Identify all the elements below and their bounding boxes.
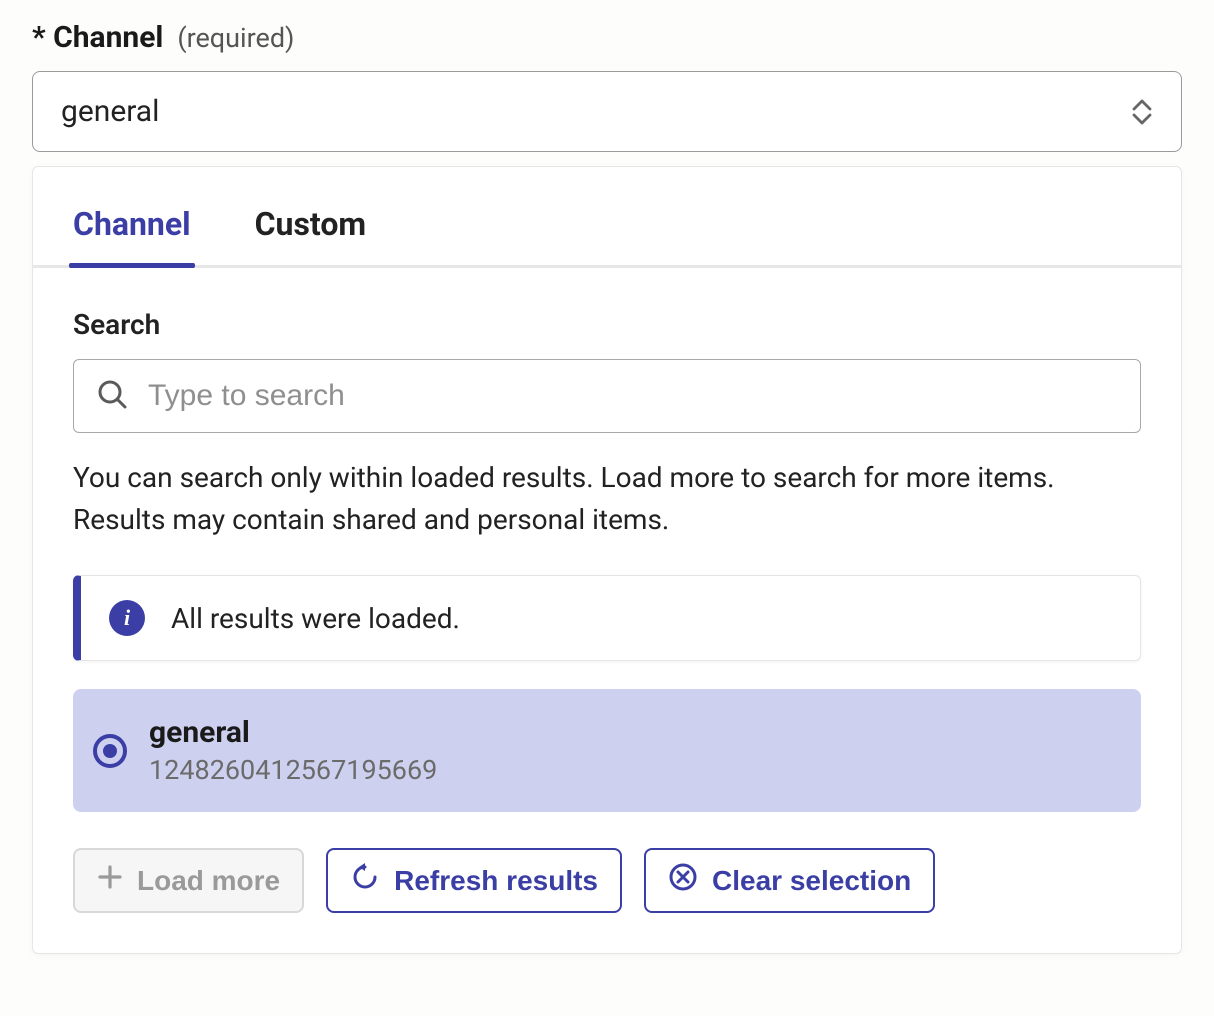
search-label: Search <box>73 308 1141 341</box>
tab-custom[interactable]: Custom <box>255 167 367 265</box>
search-icon <box>96 378 128 414</box>
search-input[interactable] <box>148 379 1118 413</box>
channel-dropdown-panel: Channel Custom Search You can search onl… <box>32 166 1182 954</box>
refresh-icon <box>350 862 380 899</box>
radio-selected-icon <box>93 734 127 768</box>
tab-channel[interactable]: Channel <box>73 167 191 265</box>
chevron-up-down-icon <box>1131 99 1153 125</box>
tabs: Channel Custom <box>33 167 1181 268</box>
result-name: general <box>149 715 437 750</box>
refresh-results-button[interactable]: Refresh results <box>326 848 622 913</box>
close-circle-icon <box>668 862 698 899</box>
clear-selection-button[interactable]: Clear selection <box>644 848 935 913</box>
actions-row: Load more Refresh results <box>73 848 1141 913</box>
channel-select[interactable]: general <box>32 71 1182 152</box>
load-more-button: Load more <box>73 848 304 913</box>
result-id: 1248260412567195669 <box>149 754 437 786</box>
plus-icon <box>97 864 123 897</box>
channel-result-item[interactable]: general 1248260412567195669 <box>73 689 1141 812</box>
result-text: general 1248260412567195669 <box>149 715 437 786</box>
field-required-hint: (required) <box>177 22 294 54</box>
info-icon: i <box>109 600 145 636</box>
search-help-text: You can search only within loaded result… <box>73 457 1141 541</box>
refresh-label: Refresh results <box>394 865 598 897</box>
channel-select-value: general <box>61 94 159 129</box>
info-banner: i All results were loaded. <box>73 575 1141 661</box>
clear-label: Clear selection <box>712 865 911 897</box>
search-field[interactable] <box>73 359 1141 433</box>
panel-body: Search You can search only within loaded… <box>33 268 1181 913</box>
info-banner-text: All results were loaded. <box>171 602 460 635</box>
field-label: * Channel <box>32 20 163 55</box>
field-label-row: * Channel (required) <box>32 20 1182 55</box>
load-more-label: Load more <box>137 865 280 897</box>
